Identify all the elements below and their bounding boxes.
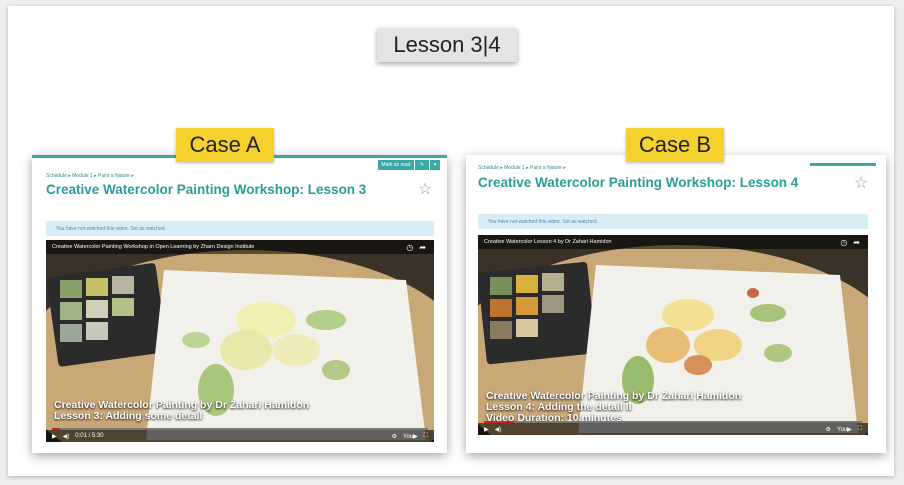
watch-notice[interactable]: You have not watched this video. Set as … — [46, 221, 434, 236]
lesson-label: Lesson 3|4 — [377, 28, 517, 62]
star-icon[interactable]: ☆ — [418, 179, 432, 199]
video-player[interactable]: Creative Watercolor Lesson 4 by Dr Zahar… — [478, 235, 868, 435]
settings-icon[interactable]: ⚙ — [826, 426, 831, 433]
breadcrumb[interactable]: Schedule ▸ Module 1 ▸ Paint a Nature ▸ — [478, 165, 566, 171]
video-overlay-text: Creative Watercolor Painting by Dr Zahar… — [54, 400, 309, 422]
dropdown-button[interactable]: ▾ — [430, 160, 440, 170]
video-controls: ▶ ◀) ⚙ You▶ ⛶ — [478, 423, 868, 435]
youtube-icon[interactable]: You▶ — [403, 433, 418, 440]
mark-read-button[interactable]: Mark as read — [378, 160, 414, 170]
case-b-screenshot: Schedule ▸ Module 1 ▸ Paint a Nature ▸ C… — [466, 155, 886, 453]
clock-icon[interactable]: ◷ — [840, 238, 847, 247]
video-controls: ▶ ◀) 0:01 / 5:30 ⚙ You▶ ⛶ — [46, 430, 434, 442]
case-a-label: Case A — [176, 128, 274, 162]
video-player[interactable]: Creative Watercolor Painting Workshop in… — [46, 240, 434, 442]
time-display: 0:01 / 5:30 — [75, 433, 104, 439]
fullscreen-icon[interactable]: ⛶ — [424, 433, 428, 440]
play-icon[interactable]: ▶ — [52, 433, 57, 440]
star-icon[interactable]: ☆ — [854, 173, 868, 193]
fullscreen-icon[interactable]: ⛶ — [858, 426, 862, 433]
video-title-bar: Creative Watercolor Painting Workshop in… — [46, 240, 434, 254]
watch-notice[interactable]: You have not watched this video. Set as … — [478, 214, 868, 229]
youtube-icon[interactable]: You▶ — [837, 426, 852, 433]
case-a-screenshot: Schedule ▸ Module 1 ▸ Paint a Nature ▸ M… — [32, 155, 447, 453]
overlay-line-2: Lesson 3: Adding some detail — [54, 410, 203, 422]
volume-icon[interactable]: ◀) — [63, 433, 70, 440]
play-icon[interactable]: ▶ — [484, 426, 489, 433]
lesson-title: Creative Watercolor Painting Workshop: L… — [46, 182, 367, 197]
share-icon[interactable]: ➦ — [853, 238, 860, 247]
breadcrumb[interactable]: Schedule ▸ Module 1 ▸ Paint a Nature ▸ — [46, 173, 134, 179]
lesson-title: Creative Watercolor Painting Workshop: L… — [478, 175, 799, 190]
settings-icon[interactable]: ⚙ — [392, 433, 397, 440]
video-overlay-text: Creative Watercolor Painting by Dr Zahar… — [486, 391, 741, 424]
video-title[interactable]: Creative Watercolor Painting Workshop in… — [52, 244, 254, 250]
video-top-icons: ◷ ➦ — [840, 238, 860, 247]
edit-button[interactable]: ✎ — [415, 160, 429, 170]
case-b-label: Case B — [626, 128, 724, 162]
video-title-bar: Creative Watercolor Lesson 4 by Dr Zahar… — [478, 235, 868, 249]
clock-icon[interactable]: ◷ — [406, 243, 413, 252]
video-top-icons: ◷ ➦ — [406, 243, 426, 252]
action-buttons: Mark as read ✎ ▾ — [378, 160, 440, 170]
share-icon[interactable]: ➦ — [419, 243, 426, 252]
volume-icon[interactable]: ◀) — [495, 426, 502, 433]
accent-bar — [810, 163, 876, 166]
video-title[interactable]: Creative Watercolor Lesson 4 by Dr Zahar… — [484, 239, 612, 245]
